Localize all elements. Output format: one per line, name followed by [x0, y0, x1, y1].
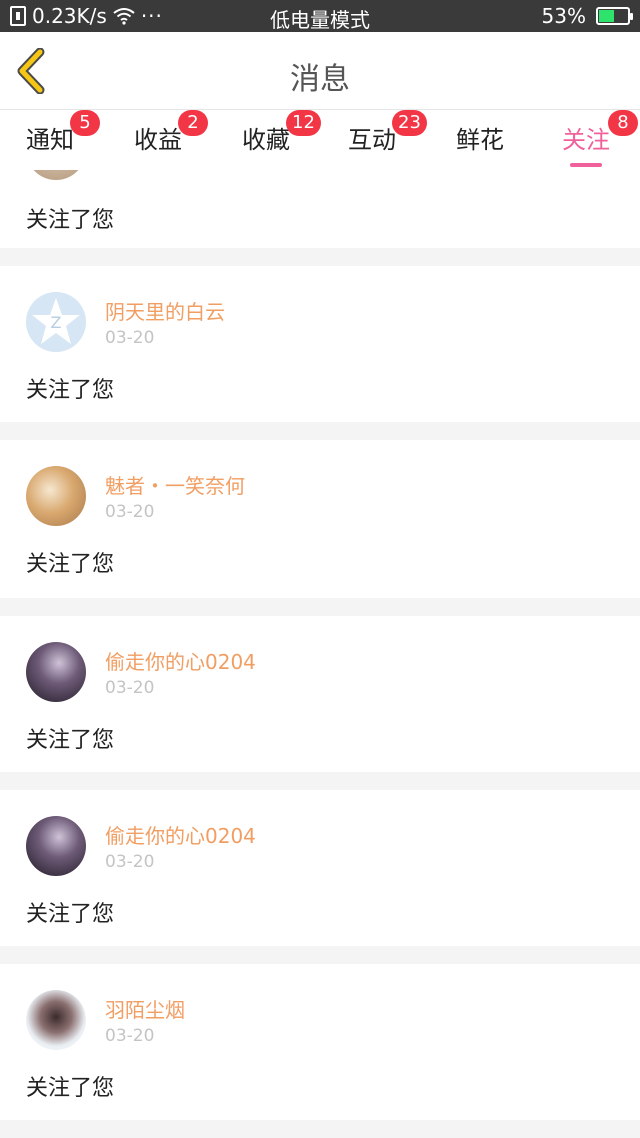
item-message: 关注了您 [26, 1076, 115, 1101]
item-message: 关注了您 [26, 728, 115, 753]
tab-label: 通知 [26, 126, 74, 154]
status-bar: 0.23K/s ··· 低电量模式 53% [0, 0, 640, 32]
item-date: 03-20 [105, 852, 155, 872]
active-tab-indicator [570, 163, 602, 167]
tab-label: 关注 [562, 126, 610, 154]
tab-badge: 8 [608, 110, 638, 136]
tab-follow[interactable]: 关注 8 [562, 110, 638, 167]
star-avatar-icon: Z [32, 298, 80, 344]
tab-badge: 23 [392, 110, 427, 136]
user-name[interactable]: 魅者・一笑奈何 [105, 470, 245, 499]
page-title: 消息 [290, 62, 350, 97]
tab-label: 收益 [134, 126, 182, 154]
tab-bar: 通知 5 收益 2 收藏 12 互动 23 鲜花 关注 8 [0, 110, 640, 170]
item-date: 03-20 [105, 502, 155, 522]
list-item[interactable]: 魅者・一笑奈何 03-20 关注了您 [0, 440, 640, 598]
tab-favorites[interactable]: 收藏 12 [242, 110, 321, 155]
user-name[interactable]: 羽陌尘烟 [105, 994, 185, 1023]
tab-badge: 5 [70, 110, 100, 136]
list-item[interactable]: Z 阴天里的白云 03-20 关注了您 [0, 266, 640, 422]
header: 消息 [0, 32, 640, 110]
item-message: 关注了您 [26, 552, 115, 577]
battery-icon [596, 7, 633, 25]
item-date: 03-20 [105, 328, 155, 348]
follow-list: 关注了您 Z 阴天里的白云 03-20 关注了您 魅者・一笑奈何 03-20 关… [0, 170, 640, 1138]
avatar[interactable] [26, 642, 86, 702]
avatar[interactable] [26, 466, 86, 526]
default-avatar-icon[interactable]: Z [26, 292, 86, 352]
list-item[interactable]: 偷走你的心0204 03-20 关注了您 [0, 616, 640, 772]
item-date: 03-20 [105, 678, 155, 698]
item-message: 关注了您 [26, 902, 115, 927]
svg-text:Z: Z [51, 313, 62, 332]
avatar[interactable] [26, 990, 86, 1050]
tab-earnings[interactable]: 收益 2 [134, 110, 208, 155]
avatar[interactable] [26, 170, 86, 180]
tab-badge: 2 [178, 110, 208, 136]
user-name[interactable]: 偷走你的心0204 [105, 820, 256, 849]
item-message: 关注了您 [26, 208, 115, 233]
battery-percent: 53% [541, 4, 586, 28]
item-date: 03-20 [105, 1026, 155, 1046]
list-item[interactable]: 偷走你的心0204 03-20 关注了您 [0, 790, 640, 946]
user-name[interactable]: 偷走你的心0204 [105, 646, 256, 675]
tab-label: 鲜花 [456, 126, 504, 154]
tab-label: 收藏 [242, 126, 290, 154]
tab-badge: 12 [286, 110, 321, 136]
user-name[interactable]: 阴天里的白云 [105, 296, 225, 325]
list-item[interactable]: 关注了您 [0, 170, 640, 248]
tab-notice[interactable]: 通知 5 [26, 110, 100, 155]
tab-label: 互动 [348, 126, 396, 154]
battery-fill [599, 10, 614, 22]
list-item[interactable]: 羽陌尘烟 03-20 关注了您 [0, 964, 640, 1120]
status-right: 53% [541, 4, 633, 28]
item-message: 关注了您 [26, 378, 115, 403]
avatar[interactable] [26, 816, 86, 876]
tab-flowers[interactable]: 鲜花 [456, 120, 504, 155]
tab-interaction[interactable]: 互动 23 [348, 110, 427, 155]
